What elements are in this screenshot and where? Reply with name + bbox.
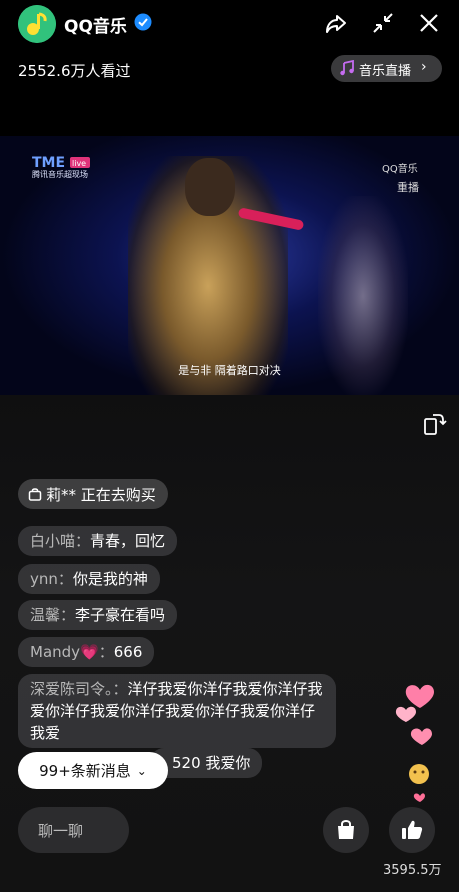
- music-note-icon: [339, 59, 355, 76]
- chat-text: 青春，回忆: [90, 532, 166, 550]
- new-messages-button[interactable]: 99+条新消息 ⌄: [18, 752, 168, 789]
- chat-user: 温馨: [30, 606, 61, 624]
- chat-text: 李子豪在看吗: [75, 606, 166, 624]
- verified-icon: [134, 13, 152, 31]
- tme-live-logo: TME live: [32, 154, 90, 171]
- chat-text: 你是我的神: [72, 570, 148, 588]
- performer-head: [185, 158, 235, 216]
- chat-message: 白小喵：青春，回忆: [18, 526, 178, 556]
- rotate-screen-icon[interactable]: [421, 411, 447, 437]
- music-live-button[interactable]: 音乐直播 ›: [331, 55, 442, 82]
- chat-user: 深爱陈司令。: [30, 680, 113, 698]
- shopping-bag-icon: [338, 820, 354, 839]
- chat-user: ynn: [30, 570, 58, 588]
- svg-text:TME: TME: [32, 155, 65, 170]
- qq-music-logo-icon[interactable]: [18, 5, 56, 43]
- floating-hearts: [392, 678, 448, 808]
- share-icon[interactable]: [323, 10, 349, 36]
- close-icon[interactable]: [416, 10, 442, 36]
- minimize-icon[interactable]: [370, 10, 396, 36]
- chat-input[interactable]: 聊一聊: [18, 807, 129, 853]
- replay-label: 重播: [397, 181, 419, 194]
- shopping-bag-icon: [28, 487, 42, 501]
- chat-user: Mandy💗: [30, 643, 99, 661]
- viewer-count: 2552.6万人看过: [18, 62, 131, 80]
- live-video[interactable]: TME live 腾讯音乐超现场 QQ音乐 重播 是与非 隔着路口对决: [0, 136, 459, 395]
- chat-message: Mandy💗：666: [18, 637, 155, 667]
- music-live-label: 音乐直播: [359, 64, 412, 79]
- lyric-subtitle: 是与非 隔着路口对决: [178, 364, 281, 377]
- qq-music-watermark: QQ音乐: [382, 164, 418, 175]
- purchase-notice-text: 莉** 正在去购买: [46, 485, 156, 504]
- chat-text: 666: [113, 643, 143, 661]
- brand-subtitle: 腾讯音乐超现场: [32, 170, 88, 179]
- chat-text: 520 我爱你: [172, 754, 251, 772]
- like-count: 3595.5万: [383, 863, 442, 878]
- chat-user: 白小喵: [30, 532, 76, 550]
- new-messages-label: 99+条新消息: [39, 762, 131, 780]
- like-button[interactable]: [389, 807, 435, 853]
- purchase-notice: 莉** 正在去购买: [18, 479, 168, 509]
- top-bar: QQ音乐: [0, 0, 459, 48]
- shop-button[interactable]: [323, 807, 369, 853]
- svg-text:live: live: [72, 159, 86, 168]
- chevron-right-icon: ›: [421, 59, 427, 75]
- chat-message: ynn：你是我的神: [18, 564, 160, 594]
- app-name: QQ音乐: [64, 17, 127, 37]
- chat-message: 温馨：李子豪在看吗: [18, 600, 178, 630]
- chat-message: 深爱陈司令。：洋仔我爱你洋仔我爱你洋仔我爱你洋仔我爱你洋仔我爱你洋仔我爱你洋仔我…: [18, 674, 336, 748]
- chevron-down-icon: ⌄: [136, 763, 147, 778]
- thumbs-up-icon: [402, 820, 423, 839]
